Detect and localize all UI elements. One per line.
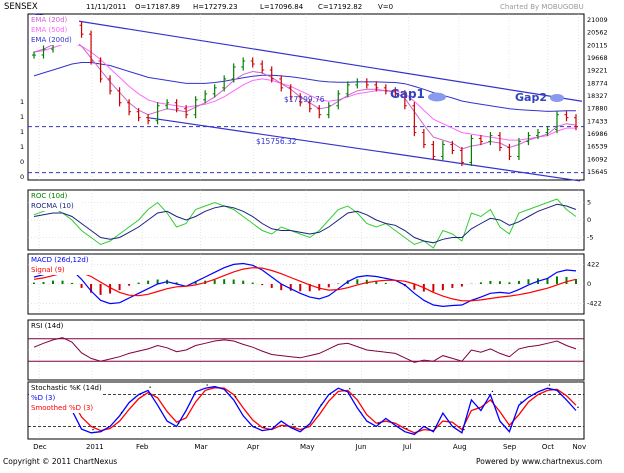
- macd-series: [33, 262, 577, 308]
- x-tick-label: May: [300, 443, 314, 451]
- stoch-dot: [320, 403, 322, 406]
- legend-ema20: EMA (20d): [31, 16, 68, 24]
- roc-y-tick: 0: [587, 216, 591, 224]
- chart-date: 11/11/2011: [86, 3, 126, 11]
- stoch-dot: [491, 390, 494, 393]
- x-tick-label: Mar: [194, 443, 207, 451]
- gap1-marker: [428, 92, 446, 102]
- stoch-dot: [92, 428, 94, 431]
- level-label-lower: $15756.32: [256, 137, 297, 146]
- chart-canvas: SENSEX 11/11/2011 O=17187.89 H=17279.23 …: [3, 2, 608, 466]
- legend-stoch-d: %D (3): [31, 394, 55, 402]
- stoch-dot: [548, 384, 551, 386]
- chart-credit: Charted By MOBUGOBU: [500, 3, 584, 11]
- high-value: H=17279.23: [193, 3, 238, 11]
- x-tick-label: Nov: [572, 443, 586, 451]
- legend-ema200: EMA (200d): [31, 36, 72, 44]
- price-y-tick: 20562: [587, 29, 608, 37]
- stoch-dot: [463, 428, 465, 431]
- stoch-dot: [177, 422, 180, 424]
- roc-series: [33, 198, 577, 249]
- macd-y-tick: -422: [587, 300, 602, 308]
- close-value: C=17192.82: [318, 3, 362, 11]
- legend-ema50: EMA (50d): [31, 26, 68, 34]
- legend-signal: Signal (9): [31, 266, 65, 274]
- roc-y-tick: 5: [587, 199, 591, 207]
- gap2-label: Gap2: [515, 91, 547, 104]
- legend-rsi: RSI (14d): [31, 322, 64, 330]
- x-tick-label: 2011: [86, 443, 104, 451]
- left-y-tick: 1: [20, 128, 24, 136]
- stoch-dot: [406, 427, 408, 430]
- sensex-technical-chart: SENSEX 11/11/2011 O=17187.89 H=17279.23 …: [0, 0, 624, 469]
- left-y-tick: 1: [20, 98, 24, 106]
- stoch-dot: [234, 396, 237, 398]
- stoch-dot: [120, 411, 123, 414]
- level-label-upper: $17299.76: [284, 95, 325, 104]
- gap1-label: Gap1: [390, 87, 425, 101]
- left-y-tick: 1: [20, 113, 24, 121]
- price-y-tick: 17880: [587, 105, 608, 113]
- price-y-tick: 18327: [587, 92, 608, 100]
- price-y-tick: 19221: [587, 67, 608, 75]
- legend-rocma: ROCMA (10): [31, 202, 74, 210]
- open-value: O=17187.89: [135, 3, 180, 11]
- x-tick-label: Jul: [402, 443, 412, 451]
- ema20-line: [33, 38, 577, 150]
- price-y-tick: 19668: [587, 54, 608, 62]
- legend-stoch-smoothed: Smoothed %D (3): [31, 404, 93, 412]
- stoch-dot: [206, 384, 208, 386]
- x-tick-label: Dec: [33, 443, 47, 451]
- gap2-marker: [550, 94, 564, 102]
- x-tick-label: Jun: [355, 443, 367, 451]
- price-y-tick: 15645: [587, 168, 608, 176]
- legend-stoch-k: Stochastic %K (14d): [31, 384, 102, 392]
- stoch-k-line: [33, 385, 577, 436]
- x-tick-label: Oct: [542, 443, 554, 451]
- lower-trend-line: [148, 117, 581, 182]
- gridlines: [28, 14, 584, 439]
- stoch-dot: [434, 427, 437, 430]
- footer-copyright: Copyright © 2011 ChartNexus: [3, 457, 117, 466]
- price-y-tick: 16986: [587, 130, 608, 138]
- left-y-tick: 0: [20, 173, 24, 181]
- stoch-dot: [292, 423, 294, 425]
- stoch-dot: [520, 401, 522, 403]
- stoch-dot: [377, 422, 380, 424]
- stoch-dot: [577, 406, 579, 409]
- price-y-tick: 21009: [587, 16, 608, 24]
- x-tick-label: Aug: [453, 443, 467, 451]
- left-y-tick: 1: [20, 143, 24, 151]
- macd-y-tick: 422: [587, 260, 599, 268]
- price-y-tick: 18774: [587, 79, 608, 87]
- roc-y-tick: -5: [587, 234, 593, 242]
- roc-line: [33, 198, 577, 249]
- left-y-tick: 0: [20, 158, 24, 166]
- low-value: L=17096.84: [260, 3, 304, 11]
- chart-symbol: SENSEX: [4, 2, 38, 12]
- price-y-tick: 16092: [587, 155, 608, 163]
- stoch-dot: [349, 388, 351, 390]
- volume-value: V=0: [378, 3, 393, 11]
- price-y-tick: 16539: [587, 143, 608, 151]
- footer-powered: Powered by www.chartnexus.com: [476, 457, 602, 466]
- x-tick-label: Feb: [136, 443, 149, 451]
- legend-roc: ROC (10d): [31, 192, 68, 200]
- x-tick-label: Sep: [503, 443, 517, 451]
- macd-y-tick: 0: [587, 280, 591, 288]
- stoch-dot: [149, 386, 151, 388]
- stoch-dot: [263, 426, 265, 429]
- legend-macd: MACD (26d,12d): [31, 256, 89, 264]
- price-y-tick: 20115: [587, 41, 608, 49]
- x-tick-label: Apr: [247, 443, 259, 451]
- price-y-tick: 17433: [587, 117, 608, 125]
- macd-line: [33, 262, 577, 308]
